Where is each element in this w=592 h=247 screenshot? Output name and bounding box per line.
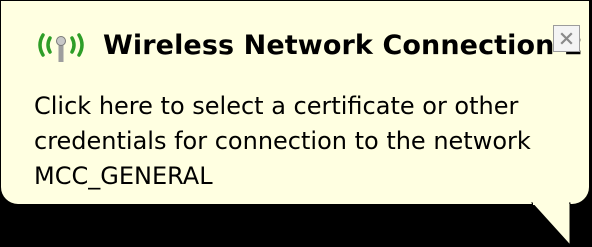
close-button[interactable] — [553, 25, 580, 52]
message-line-3: MCC_GENERAL — [34, 162, 213, 190]
balloon-header: Wireless Network Connection 2 — [33, 25, 583, 65]
notification-balloon[interactable]: Wireless Network Connection 2 Click here… — [0, 0, 590, 205]
wireless-signal-icon — [33, 27, 89, 63]
balloon-title: Wireless Network Connection 2 — [103, 29, 583, 61]
close-icon — [559, 31, 574, 46]
message-line-1: Click here to select a certificate or ot… — [34, 92, 519, 120]
message-line-2: credentials for connection to the networ… — [34, 127, 531, 155]
balloon-message[interactable]: Click here to select a certificate or ot… — [34, 89, 564, 194]
